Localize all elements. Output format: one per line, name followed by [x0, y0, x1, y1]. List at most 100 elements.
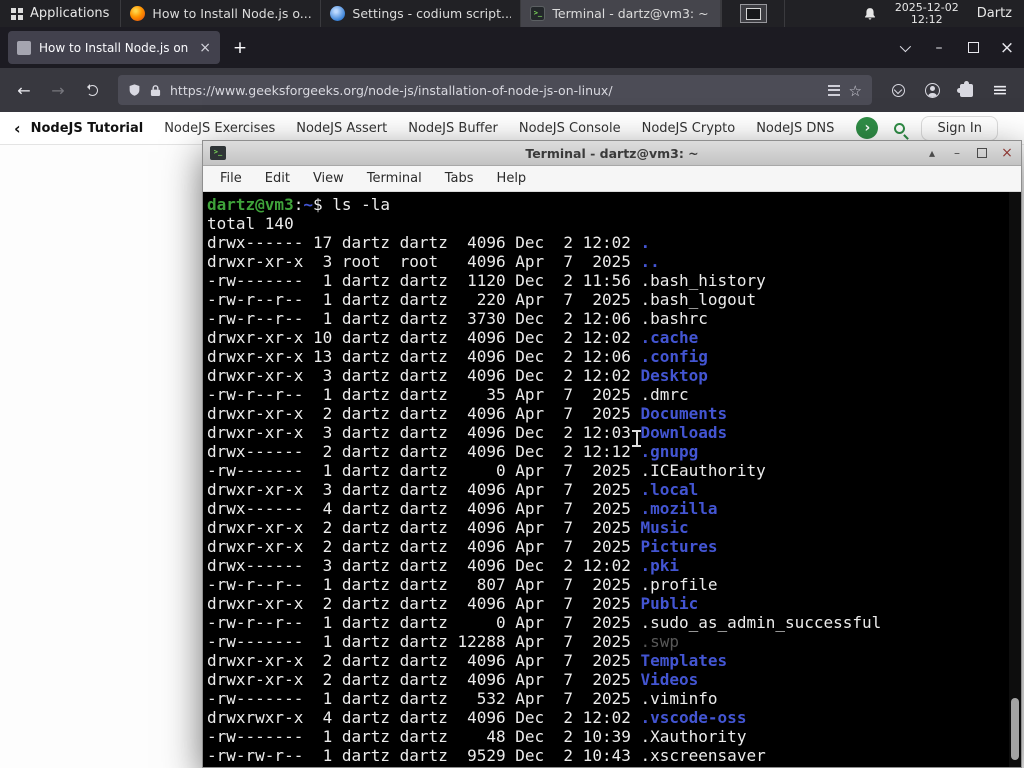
- window-maximize-button[interactable]: [956, 27, 990, 68]
- tab-close-icon[interactable]: [199, 41, 211, 55]
- puzzle-icon: [956, 80, 973, 97]
- terminal-listing-row: drwx------ 4 dartz dartz 4096 Apr 7 2025…: [207, 499, 718, 518]
- terminal-listing-row: drwxr-xr-x 2 dartz dartz 4096 Apr 7 2025…: [207, 518, 689, 537]
- terminal-title: Terminal - dartz@vm3: ~: [525, 145, 699, 161]
- terminal-listing-row: drwx------ 17 dartz dartz 4096 Dec 2 12:…: [207, 233, 651, 252]
- tracking-shield-icon[interactable]: [128, 83, 141, 97]
- prompt-user-host: dartz@vm3: [207, 195, 294, 214]
- extensions-button[interactable]: [950, 74, 982, 106]
- terminal-listing-row: drwxr-xr-x 3 root root 4096 Apr 7 2025 .…: [207, 252, 660, 271]
- gfg-nav-item[interactable]: NodeJS Console: [519, 121, 621, 136]
- bell-icon: [864, 7, 875, 20]
- terminal-listing-row: -rw------- 1 dartz dartz 532 Apr 7 2025 …: [207, 689, 718, 708]
- url-bar[interactable]: https://www.geeksforgeeks.org/node-js/in…: [118, 75, 872, 105]
- nav-scroll-left-icon[interactable]: [14, 119, 21, 138]
- browser-tab[interactable]: How to Install Node.js on: [8, 31, 220, 64]
- lock-icon[interactable]: [150, 84, 161, 97]
- user-menu-button[interactable]: Dartz: [968, 0, 1024, 27]
- prompt-colon: :: [293, 195, 304, 214]
- terminal-listing-row: drwx------ 3 dartz dartz 4096 Dec 2 12:0…: [207, 556, 680, 575]
- terminal-window-buttons: [925, 146, 1014, 160]
- clock-date: 2025-12-02: [894, 0, 959, 14]
- window-close-button[interactable]: [990, 27, 1024, 68]
- terminal-listing-row: -rw------- 1 dartz dartz 1120 Dec 2 11:5…: [207, 271, 766, 290]
- panel-task-button[interactable]: How to Install Node.js o...: [121, 0, 322, 27]
- new-tab-button[interactable]: [227, 35, 253, 61]
- terminal-icon: [530, 6, 546, 21]
- terminal-menu-item[interactable]: Edit: [265, 171, 290, 186]
- panel-clock[interactable]: 2025-12-02 12:12: [886, 0, 968, 27]
- terminal-listing-row: -rw------- 1 dartz dartz 12288 Apr 7 202…: [207, 632, 680, 651]
- terminal-listing: drwx------ 17 dartz dartz 4096 Dec 2 12:…: [207, 233, 1021, 765]
- terminal-close-button[interactable]: [1000, 146, 1014, 160]
- terminal-content[interactable]: dartz@vm3:~$ ls -la total 140 drwx------…: [203, 192, 1021, 767]
- search-icon[interactable]: [894, 122, 906, 134]
- terminal-listing-row: drwxrwxr-x 4 dartz dartz 4096 Dec 2 12:0…: [207, 708, 747, 727]
- applications-label: Applications: [30, 6, 110, 21]
- terminal-app-icon: [210, 146, 226, 160]
- terminal-listing-row: -rw------- 1 dartz dartz 0 Apr 7 2025 .I…: [207, 461, 766, 480]
- tab-favicon-icon: [17, 40, 31, 55]
- tab-title: How to Install Node.js on: [39, 40, 189, 55]
- back-button[interactable]: [8, 74, 40, 106]
- terminal-listing-row: -rw-r--r-- 1 dartz dartz 807 Apr 7 2025 …: [207, 575, 718, 594]
- forward-button[interactable]: [42, 74, 74, 106]
- sign-in-button[interactable]: Sign In: [921, 115, 998, 141]
- terminal-minimize-button[interactable]: [950, 146, 964, 160]
- terminal-listing-row: -rw-r--r-- 1 dartz dartz 3730 Dec 2 12:0…: [207, 309, 708, 328]
- terminal-maximize-button[interactable]: [975, 146, 989, 160]
- reload-icon: [86, 83, 98, 96]
- reader-mode-icon[interactable]: [827, 84, 840, 96]
- terminal-listing-row: drwx------ 2 dartz dartz 4096 Dec 2 12:1…: [207, 442, 699, 461]
- terminal-shade-button[interactable]: [925, 146, 939, 160]
- pocket-button[interactable]: [882, 74, 914, 106]
- scrollbar-thumb[interactable]: [1011, 698, 1019, 760]
- terminal-listing-row: -rw-r--r-- 1 dartz dartz 35 Apr 7 2025 .…: [207, 385, 689, 404]
- terminal-listing-row: drwxr-xr-x 3 dartz dartz 4096 Dec 2 12:0…: [207, 423, 728, 442]
- terminal-listing-row: -rw-r--r-- 1 dartz dartz 220 Apr 7 2025 …: [207, 290, 757, 309]
- reload-button[interactable]: [76, 74, 108, 106]
- terminal-window: Terminal - dartz@vm3: ~ File Edit View Term…: [202, 140, 1022, 768]
- panel-task-button[interactable]: Terminal - dartz@vm3: ~: [521, 0, 722, 27]
- terminal-listing-row: -rw-rw-r-- 1 dartz dartz 9529 Dec 2 10:4…: [207, 746, 766, 765]
- clock-time: 12:12: [910, 12, 943, 26]
- window-minimize-button[interactable]: [922, 27, 956, 68]
- bookmark-star-icon[interactable]: [849, 81, 862, 100]
- workspace-switcher[interactable]: [721, 0, 786, 27]
- terminal-menubar: File Edit View Terminal Tabs Help: [203, 166, 1021, 192]
- gfg-nav-item[interactable]: NodeJS Exercises: [164, 121, 275, 136]
- user-label: Dartz: [976, 6, 1012, 21]
- nav-scroll-right-button[interactable]: [856, 117, 879, 139]
- top-panel: Applications How to Install Node.js o...…: [0, 0, 1024, 27]
- terminal-menu-item[interactable]: View: [313, 171, 344, 186]
- gfg-nav-item[interactable]: NodeJS Crypto: [642, 121, 736, 136]
- terminal-menu-item[interactable]: Terminal: [367, 171, 422, 186]
- panel-task-button[interactable]: Settings - codium script...: [321, 0, 522, 27]
- account-button[interactable]: [916, 74, 948, 106]
- account-avatar-icon: [924, 82, 940, 98]
- terminal-listing-row: drwxr-xr-x 2 dartz dartz 4096 Apr 7 2025…: [207, 537, 718, 556]
- app-menu-button[interactable]: [984, 74, 1016, 106]
- terminal-listing-row: drwxr-xr-x 2 dartz dartz 4096 Apr 7 2025…: [207, 594, 699, 613]
- applications-menu-button[interactable]: Applications: [0, 0, 120, 27]
- firefox-icon: [130, 6, 146, 21]
- terminal-menu-item[interactable]: Help: [497, 171, 527, 186]
- terminal-titlebar[interactable]: Terminal - dartz@vm3: ~: [203, 141, 1021, 166]
- applications-grid-icon: [11, 7, 16, 13]
- notification-bell-button[interactable]: [854, 0, 886, 27]
- gfg-nav-item[interactable]: NodeJS Buffer: [408, 121, 498, 136]
- terminal-menu-item[interactable]: Tabs: [445, 171, 474, 186]
- firefox-nav-toolbar: https://www.geeksforgeeks.org/node-js/in…: [0, 68, 1024, 112]
- gfg-nav-item[interactable]: NodeJS Tutorial: [31, 121, 144, 136]
- terminal-scrollbar[interactable]: [1009, 192, 1021, 767]
- gfg-nav-item[interactable]: NodeJS Assert: [296, 121, 387, 136]
- panel-task-label: How to Install Node.js o...: [152, 6, 312, 21]
- list-all-tabs-button[interactable]: [886, 27, 922, 68]
- prompt-path: ~: [303, 195, 313, 214]
- panel-tasks: How to Install Node.js o... Settings - co…: [120, 0, 722, 27]
- terminal-menu-item[interactable]: File: [220, 171, 242, 186]
- workspace-window-icon: [739, 4, 767, 23]
- gfg-nav-item[interactable]: NodeJS DNS: [756, 121, 834, 136]
- terminal-listing-row: drwxr-xr-x 13 dartz dartz 4096 Dec 2 12:…: [207, 347, 708, 366]
- firefox-tab-bar: How to Install Node.js on: [0, 27, 1024, 68]
